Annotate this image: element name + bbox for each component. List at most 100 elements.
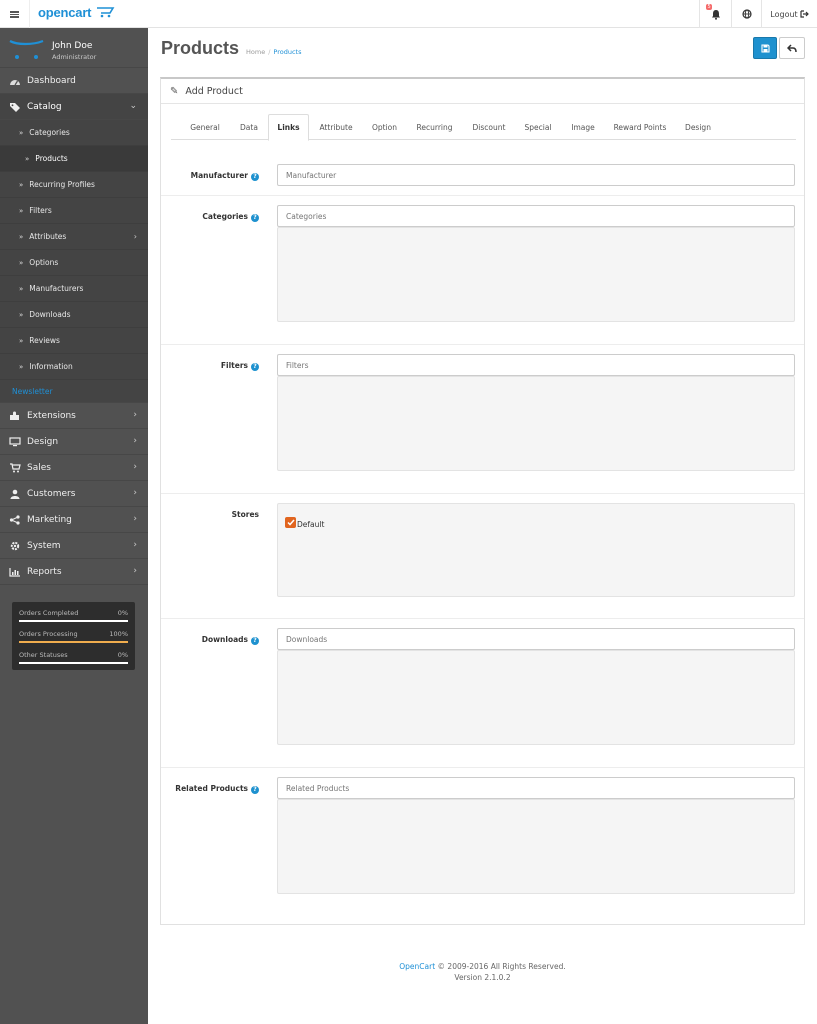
sidebar-item-manufacturers[interactable]: » Manufacturers bbox=[0, 276, 148, 302]
tags-icon bbox=[10, 102, 20, 112]
filters-input[interactable] bbox=[277, 354, 795, 376]
nav-dashboard-label: Dashboard bbox=[27, 75, 76, 86]
cancel-button[interactable] bbox=[779, 37, 805, 59]
manufacturer-input[interactable] bbox=[277, 164, 795, 186]
sidebar-item-label: Filters bbox=[29, 206, 52, 215]
menu-toggle-button[interactable] bbox=[0, 0, 30, 28]
help-icon[interactable]: ? bbox=[251, 173, 259, 181]
check-icon bbox=[286, 519, 295, 526]
downloads-input[interactable] bbox=[277, 628, 795, 650]
filters-list[interactable] bbox=[277, 376, 795, 471]
filters-label: Filters? bbox=[221, 361, 259, 371]
nav-sales-label: Sales bbox=[27, 462, 51, 473]
tab-design[interactable]: Design bbox=[675, 114, 721, 140]
help-icon[interactable]: ? bbox=[251, 214, 259, 222]
sidebar-item-options[interactable]: » Options bbox=[0, 250, 148, 276]
tab-attribute[interactable]: Attribute bbox=[309, 114, 363, 140]
nav-dashboard[interactable]: Dashboard bbox=[0, 68, 148, 94]
notifications-button[interactable]: 5 bbox=[699, 0, 731, 28]
chevron-right-icon: › bbox=[133, 566, 137, 576]
copyright-text: © 2009-2016 All Rights Reserved. bbox=[437, 962, 566, 971]
chevron-down-icon: ⌄ bbox=[129, 101, 137, 111]
progress-bar bbox=[19, 620, 128, 622]
nav-extensions[interactable]: Extensions › bbox=[0, 403, 148, 429]
sidebar-item-filters[interactable]: » Filters bbox=[0, 198, 148, 224]
save-button[interactable] bbox=[753, 37, 777, 59]
opencart-logo[interactable]: opencart bbox=[38, 5, 115, 23]
sidebar-item-products[interactable]: » Products bbox=[0, 146, 148, 172]
sidebar-item-label: Products bbox=[35, 154, 68, 163]
help-icon[interactable]: ? bbox=[251, 637, 259, 645]
chevron-right-icon: › bbox=[133, 540, 137, 550]
stat-orders-completed: Orders Completed 0% bbox=[18, 605, 129, 626]
tab-special[interactable]: Special bbox=[515, 114, 561, 140]
globe-icon bbox=[741, 9, 752, 19]
order-stats: Orders Completed 0% Orders Processing 10… bbox=[12, 602, 135, 670]
tab-recurring[interactable]: Recurring bbox=[406, 114, 463, 140]
nav-reports-label: Reports bbox=[27, 566, 62, 577]
help-icon[interactable]: ? bbox=[251, 363, 259, 371]
sidebar-item-categories[interactable]: » Categories bbox=[0, 120, 148, 146]
hamburger-icon bbox=[10, 10, 19, 18]
double-angle-icon: » bbox=[19, 336, 24, 345]
nav-customers[interactable]: Customers › bbox=[0, 481, 148, 507]
progress-fill bbox=[19, 641, 128, 643]
sidebar-item-information[interactable]: » Information bbox=[0, 354, 148, 380]
nav-newsletter[interactable]: Newsletter bbox=[0, 380, 148, 403]
double-angle-icon: » bbox=[25, 154, 30, 163]
nav-sales[interactable]: Sales › bbox=[0, 455, 148, 481]
opencart-link[interactable]: OpenCart bbox=[399, 962, 435, 971]
breadcrumb-home[interactable]: Home bbox=[246, 48, 265, 56]
categories-row: Categories? bbox=[161, 196, 804, 345]
nav-catalog[interactable]: Catalog ⌄ bbox=[0, 94, 148, 120]
double-angle-icon: » bbox=[19, 180, 24, 189]
manufacturer-row: Manufacturer? bbox=[161, 155, 804, 196]
tab-option[interactable]: Option bbox=[363, 114, 406, 140]
help-icon[interactable]: ? bbox=[251, 786, 259, 794]
logout-button[interactable]: Logout bbox=[761, 0, 817, 28]
sidebar-item-attributes[interactable]: » Attributes › bbox=[0, 224, 148, 250]
product-tabs: General Data Links Attribute Option Recu… bbox=[171, 114, 796, 141]
tab-reward-points[interactable]: Reward Points bbox=[605, 114, 675, 140]
double-angle-icon: » bbox=[19, 206, 24, 215]
breadcrumb-products[interactable]: Products bbox=[273, 48, 301, 56]
tab-data[interactable]: Data bbox=[231, 114, 267, 140]
tab-image[interactable]: Image bbox=[561, 114, 605, 140]
nav-marketing[interactable]: Marketing › bbox=[0, 507, 148, 533]
sidebar-item-downloads[interactable]: » Downloads bbox=[0, 302, 148, 328]
monitor-icon bbox=[9, 436, 21, 446]
stat-label: Orders Processing bbox=[19, 630, 78, 638]
store-default-checkbox[interactable] bbox=[285, 517, 296, 528]
nav-system[interactable]: System › bbox=[0, 533, 148, 559]
downloads-label: Downloads? bbox=[202, 635, 259, 645]
tab-general[interactable]: General bbox=[179, 114, 231, 140]
puzzle-icon bbox=[10, 411, 19, 420]
sidebar-item-recurring-profiles[interactable]: » Recurring Profiles bbox=[0, 172, 148, 198]
tab-discount[interactable]: Discount bbox=[463, 114, 515, 140]
downloads-row: Downloads? bbox=[161, 619, 804, 768]
related-products-input[interactable] bbox=[277, 777, 795, 799]
nav-reports[interactable]: Reports › bbox=[0, 559, 148, 585]
user-profile[interactable]: John Doe Administrator bbox=[0, 28, 148, 68]
sign-out-icon bbox=[800, 10, 809, 18]
sidebar-item-label: Manufacturers bbox=[29, 284, 84, 293]
downloads-list[interactable] bbox=[277, 650, 795, 745]
manufacturer-label: Manufacturer? bbox=[191, 171, 259, 181]
categories-list[interactable] bbox=[277, 227, 795, 322]
store-default-label[interactable]: Default bbox=[297, 520, 324, 529]
related-products-row: Related Products? bbox=[161, 768, 804, 918]
pencil-icon: ✎ bbox=[170, 85, 179, 97]
categories-input[interactable] bbox=[277, 205, 795, 227]
cart-logo-icon bbox=[97, 7, 115, 18]
reply-icon bbox=[787, 43, 797, 52]
chevron-right-icon: › bbox=[133, 462, 137, 472]
nav-design[interactable]: Design › bbox=[0, 429, 148, 455]
user-name: John Doe bbox=[52, 41, 93, 51]
sidebar-item-reviews[interactable]: » Reviews bbox=[0, 328, 148, 354]
tab-links[interactable]: Links bbox=[268, 114, 309, 141]
sidebar-item-label: Recurring Profiles bbox=[29, 180, 95, 189]
store-link-button[interactable] bbox=[731, 0, 761, 28]
related-products-list[interactable] bbox=[277, 799, 795, 894]
stat-orders-processing: Orders Processing 100% bbox=[18, 626, 129, 647]
progress-bar bbox=[19, 641, 128, 643]
